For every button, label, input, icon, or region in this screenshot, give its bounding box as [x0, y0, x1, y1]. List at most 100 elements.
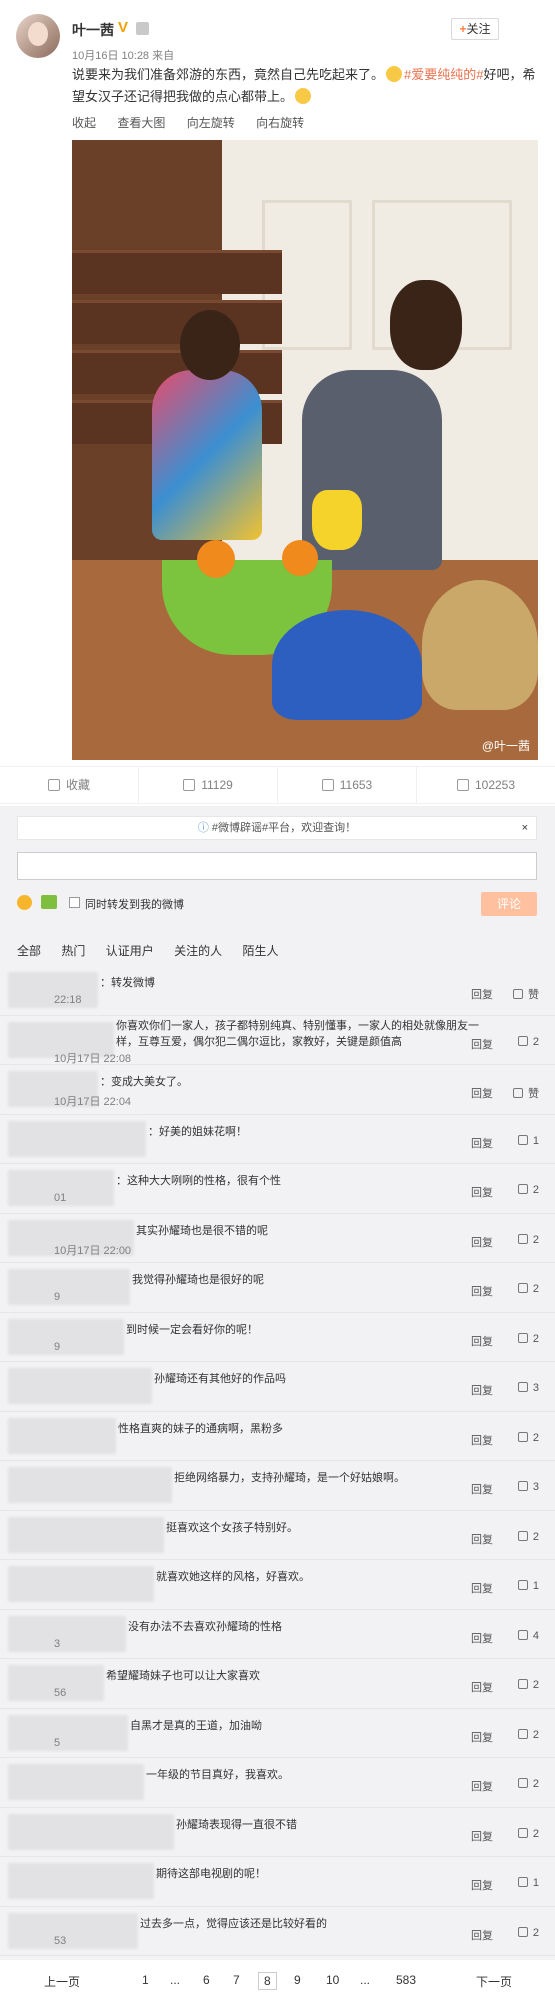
comment-like-button[interactable]: 赞	[513, 986, 539, 1002]
comment-like-count: 赞	[528, 1088, 539, 1100]
blurred-avatar-name[interactable]	[8, 1516, 164, 1553]
comment-like-button[interactable]: 2	[517, 1184, 539, 1196]
comment-like-button[interactable]: 2	[517, 1827, 539, 1840]
rumor-notice: ⓘ #微博辟谣#平台，欢迎查询！ ×	[17, 816, 537, 840]
blurred-avatar-name[interactable]	[8, 1269, 130, 1305]
comment-like-button[interactable]: 2	[517, 1233, 539, 1246]
comment-button[interactable]: 11653	[278, 767, 417, 803]
reply-link[interactable]: 回复	[471, 1283, 493, 1299]
follow-button[interactable]: +关注	[451, 18, 499, 40]
repost-checkbox-label[interactable]: 同时转发到我的微博	[85, 896, 184, 912]
reply-link[interactable]: 回复	[471, 1531, 493, 1547]
collapse-link[interactable]: 收起	[72, 116, 96, 130]
reply-link[interactable]: 回复	[471, 1927, 493, 1943]
blurred-avatar-name[interactable]	[8, 1318, 124, 1355]
blurred-avatar-name[interactable]	[8, 1863, 154, 1899]
blurred-avatar-name[interactable]	[8, 1120, 146, 1157]
blurred-avatar-name[interactable]	[8, 1417, 116, 1454]
reply-link[interactable]: 回复	[471, 1234, 493, 1250]
reply-link[interactable]: 回复	[471, 1481, 493, 1497]
filter-strangers[interactable]: 陌生人	[242, 944, 278, 958]
next-page-link[interactable]: 下一页	[476, 1973, 512, 1990]
member-badge-icon	[136, 22, 149, 35]
reply-link[interactable]: 回复	[471, 1432, 493, 1448]
reply-link[interactable]: 回复	[471, 1135, 493, 1151]
media-toolbar: 收起 查看大图 向左旋转 向右旋转	[72, 114, 322, 134]
comment-like-button[interactable]: 4	[517, 1629, 539, 1642]
blurred-avatar-name[interactable]	[8, 1764, 144, 1800]
rotate-left-link[interactable]: 向左旋转	[187, 116, 235, 130]
comment-input[interactable]	[17, 852, 537, 880]
comment-like-button[interactable]: 2	[517, 1431, 539, 1444]
blurred-avatar-name[interactable]	[8, 1615, 126, 1652]
comment-row: 孙耀琦表现得一直很不错 回复 2	[0, 1808, 555, 1857]
page-link[interactable]: 7	[233, 1973, 240, 1987]
blurred-avatar-name[interactable]	[8, 1368, 152, 1404]
comment-like-button[interactable]: 3	[517, 1481, 539, 1493]
comment-row: 其实孙耀琦也是很不错的呢 10月17日 22:00 回复 2	[0, 1214, 555, 1263]
reply-link[interactable]: 回复	[471, 1828, 493, 1844]
author-name[interactable]: 叶一茜	[72, 20, 114, 40]
author-avatar[interactable]	[16, 14, 60, 58]
blurred-avatar-name[interactable]	[8, 1813, 174, 1850]
blurred-avatar-name[interactable]	[8, 1566, 154, 1602]
reply-link[interactable]: 回复	[471, 1580, 493, 1596]
comment-like-button[interactable]: 2	[517, 1679, 539, 1691]
emoji-icon	[386, 66, 403, 82]
reply-link[interactable]: 回复	[471, 1679, 493, 1695]
emoji-picker-icon[interactable]	[17, 895, 32, 910]
repost-checkbox[interactable]	[69, 897, 80, 908]
filter-hot[interactable]: 热门	[61, 944, 85, 958]
rotate-right-link[interactable]: 向右旋转	[256, 116, 304, 130]
page-link[interactable]: 583	[396, 1973, 416, 1987]
comment-like-button[interactable]: 2	[517, 1283, 539, 1295]
comment-like-button[interactable]: 2	[517, 1728, 539, 1741]
comment-like-button[interactable]: 1	[517, 1580, 539, 1592]
comment-like-button[interactable]: 1	[517, 1134, 539, 1147]
comment-like-button[interactable]: 2	[517, 1778, 539, 1790]
post-time[interactable]: 10月16日 10:28 来自	[72, 47, 174, 63]
collect-label: 收藏	[65, 778, 90, 792]
page-link[interactable]: 1	[142, 1973, 149, 1987]
image-upload-icon[interactable]	[41, 895, 57, 909]
like-button[interactable]: 102253	[417, 767, 555, 803]
comment-like-button[interactable]: 赞	[513, 1085, 539, 1101]
comment-like-button[interactable]: 2	[517, 1035, 539, 1048]
close-icon[interactable]: ×	[522, 817, 528, 839]
comment-like-button[interactable]: 2	[517, 1530, 539, 1543]
submit-comment-button[interactable]: 评论	[481, 892, 537, 916]
filter-all[interactable]: 全部	[17, 944, 41, 958]
collect-button[interactable]: 收藏	[0, 767, 139, 803]
reply-link[interactable]: 回复	[471, 1184, 493, 1200]
notice-text[interactable]: #微博辟谣#平台，欢迎查询！	[212, 822, 356, 834]
filter-following[interactable]: 关注的人	[174, 944, 222, 958]
post-photo[interactable]: @叶一茜	[72, 140, 538, 760]
view-large-link[interactable]: 查看大图	[117, 116, 165, 130]
filter-verified[interactable]: 认证用户	[106, 944, 154, 958]
thumbs-up-icon	[517, 1035, 528, 1046]
hashtag-link[interactable]: #爱要纯纯的#	[404, 67, 483, 82]
thumbs-up-icon	[517, 1728, 528, 1739]
reply-link[interactable]: 回复	[471, 1085, 493, 1101]
page-link[interactable]: 9	[294, 1973, 301, 1987]
blurred-avatar-name[interactable]	[8, 1714, 128, 1751]
comment-like-button[interactable]: 1	[517, 1877, 539, 1889]
reply-link[interactable]: 回复	[471, 1382, 493, 1398]
reply-link[interactable]: 回复	[471, 1333, 493, 1349]
reply-link[interactable]: 回复	[471, 1877, 493, 1893]
blurred-avatar-name[interactable]	[8, 1912, 138, 1949]
blurred-avatar-name[interactable]	[8, 1467, 172, 1503]
page-link[interactable]: 6	[203, 1973, 210, 1987]
reply-link[interactable]: 回复	[471, 1778, 493, 1794]
comment-like-button[interactable]: 2	[517, 1332, 539, 1345]
comment-like-button[interactable]: 2	[517, 1926, 539, 1939]
page-link[interactable]: 10	[326, 1973, 339, 1987]
reply-link[interactable]: 回复	[471, 1729, 493, 1745]
blurred-avatar-name[interactable]	[8, 972, 98, 1008]
comment-like-button[interactable]: 3	[517, 1382, 539, 1394]
reply-link[interactable]: 回复	[471, 986, 493, 1002]
reply-link[interactable]: 回复	[471, 1036, 493, 1052]
prev-page-link[interactable]: 上一页	[44, 1973, 80, 1990]
reply-link[interactable]: 回复	[471, 1630, 493, 1646]
repost-button[interactable]: 11129	[139, 767, 278, 803]
